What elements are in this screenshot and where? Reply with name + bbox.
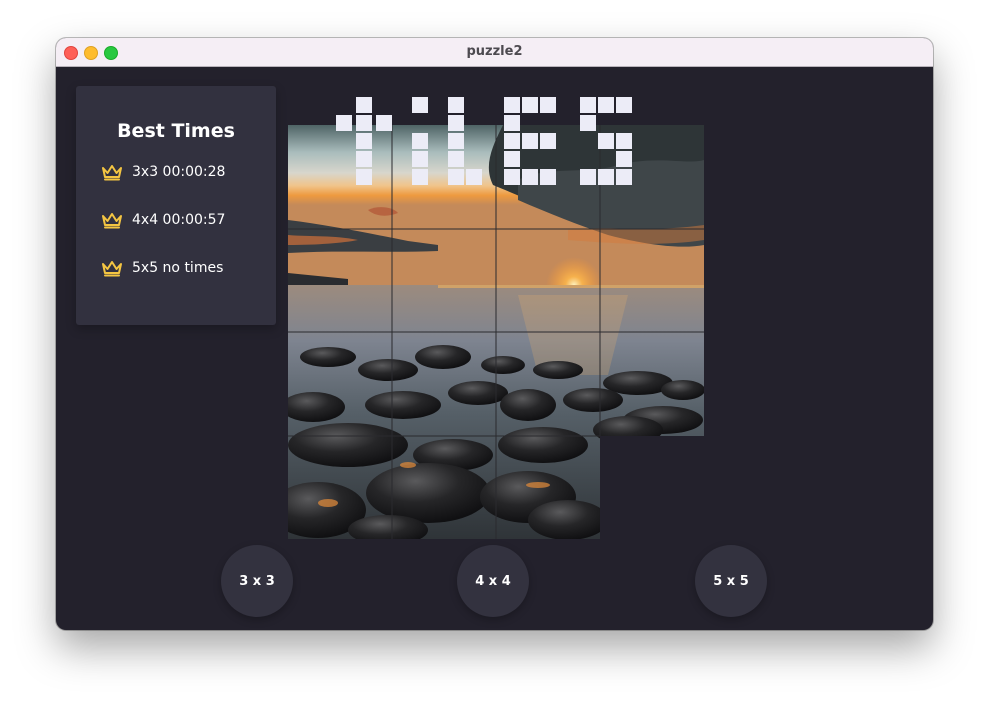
title-bar: puzzle2: [56, 38, 933, 67]
crown-icon: [102, 165, 122, 181]
best-time-4x4: 4x4 00:00:57: [101, 209, 225, 231]
size-4x4-button[interactable]: 4 x 4: [457, 545, 529, 617]
size-5x5-button[interactable]: 5 x 5: [695, 545, 767, 617]
best-time-5x5: 5x5 no times: [101, 257, 223, 279]
game-area: Best Times 3x3 00:00:28 4x4 00:00:57 5x5…: [56, 67, 933, 630]
size-3x3-button[interactable]: 3 x 3: [221, 545, 293, 617]
best-time-label: 4x4 00:00:57: [132, 212, 226, 228]
best-times-panel: Best Times 3x3 00:00:28 4x4 00:00:57 5x5…: [76, 86, 276, 325]
best-time-label: 5x5 no times: [132, 260, 224, 276]
tiles-logo: [336, 97, 632, 185]
crown-icon: [102, 213, 122, 229]
best-times-title: Best Times: [117, 120, 235, 142]
app-window: puzzle2 Best Times 3x3 00:00:28 4x4 00:0…: [56, 38, 933, 630]
best-time-3x3: 3x3 00:00:28: [101, 161, 225, 183]
window-title: puzzle2: [466, 44, 523, 59]
crown-icon: [102, 261, 122, 277]
best-time-label: 3x3 00:00:28: [132, 164, 226, 180]
